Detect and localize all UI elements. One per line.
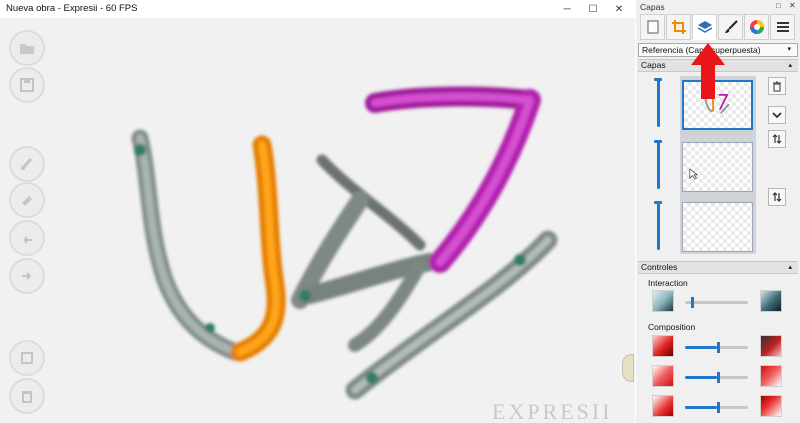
layer-thumbnail[interactable] xyxy=(682,202,753,252)
merge-down-button[interactable] xyxy=(768,106,786,124)
layers-toggle-button[interactable] xyxy=(9,340,45,376)
chevron-down-icon: ▾ xyxy=(787,46,791,53)
controls-section-header[interactable]: Controles ▴ xyxy=(638,261,798,274)
panel-tabs xyxy=(640,14,798,40)
panel-close-button[interactable]: ✕ xyxy=(789,1,796,10)
panel-float-button[interactable]: □ xyxy=(776,1,781,10)
tab-color[interactable] xyxy=(744,14,769,40)
chevron-down-icon xyxy=(772,112,782,119)
panel-collapse-handle[interactable] xyxy=(622,354,634,382)
interaction-low-preview xyxy=(652,290,674,312)
redo-button[interactable] xyxy=(9,258,45,294)
layer-opacity-slider[interactable] xyxy=(654,78,662,128)
tab-crop[interactable] xyxy=(666,14,691,40)
swap-layers-button[interactable] xyxy=(768,130,786,148)
highlight-arrow-icon xyxy=(691,43,725,99)
composition-low-preview xyxy=(652,335,674,357)
tab-menu[interactable] xyxy=(770,14,795,40)
tab-brush[interactable] xyxy=(718,14,743,40)
layers-icon xyxy=(697,21,712,33)
drawing-canvas[interactable]: EXPRESII xyxy=(0,18,635,423)
composition-slider[interactable] xyxy=(685,402,748,413)
window-title: Nueva obra - Expresii - 60 FPS xyxy=(6,3,138,14)
redo-icon xyxy=(22,272,31,280)
delete-layer-button[interactable] xyxy=(768,77,786,95)
composition-label: Composition xyxy=(648,322,696,332)
trash-icon xyxy=(22,391,32,403)
composition-slider[interactable] xyxy=(685,342,748,353)
paper-icon xyxy=(646,20,659,34)
open-icon xyxy=(20,44,34,54)
composition-slider[interactable] xyxy=(685,372,748,383)
layers-toggle-icon xyxy=(21,352,33,364)
canvas-strokes xyxy=(131,86,558,400)
title-bar: Nueva obra - Expresii - 60 FPS ─ ☐ ✕ xyxy=(0,0,635,18)
brush-settings-icon xyxy=(20,157,33,171)
trash-icon xyxy=(773,81,781,92)
chevron-up-icon: ▴ xyxy=(788,62,792,69)
open-button[interactable] xyxy=(9,30,45,66)
swap-vertical-icon xyxy=(772,192,782,202)
save-button[interactable] xyxy=(9,67,45,103)
cursor-icon xyxy=(689,168,699,180)
composition-low-preview xyxy=(652,365,674,387)
stroke-magenta-diag xyxy=(429,89,541,273)
close-button[interactable]: ✕ xyxy=(606,0,632,18)
composition-low-preview xyxy=(652,395,674,417)
crop-icon xyxy=(671,20,686,34)
layer-opacity-slider[interactable] xyxy=(654,201,662,251)
layer-opacity-slider[interactable] xyxy=(654,140,662,190)
interaction-slider[interactable] xyxy=(685,297,748,308)
panel-header: Capas □ ✕ xyxy=(636,0,800,14)
composition-slider-handle[interactable] xyxy=(716,402,720,413)
panel-title: Capas xyxy=(640,2,665,12)
tab-layers[interactable] xyxy=(692,14,717,40)
interaction-high-preview xyxy=(760,290,782,312)
tab-paper[interactable] xyxy=(640,14,665,40)
chevron-up-icon: ▴ xyxy=(788,264,792,271)
interaction-label: Interaction xyxy=(648,278,688,288)
main-window: Nueva obra - Expresii - 60 FPS ─ ☐ ✕ EXP… xyxy=(0,0,635,423)
interaction-slider-handle[interactable] xyxy=(691,297,695,308)
expresii-watermark: EXPRESII xyxy=(492,399,613,423)
composition-high-preview xyxy=(760,335,782,357)
minimize-button[interactable]: ─ xyxy=(554,0,580,18)
composition-high-preview xyxy=(760,365,782,387)
composition-slider-handle[interactable] xyxy=(716,372,720,383)
brush-settings-button[interactable] xyxy=(9,146,45,182)
save-icon xyxy=(20,78,34,92)
color-wheel-icon xyxy=(749,20,764,34)
swap-layers-button[interactable] xyxy=(768,188,786,206)
eraser-icon xyxy=(22,196,32,206)
trash-button[interactable] xyxy=(9,378,45,414)
undo-icon xyxy=(23,236,32,244)
composition-slider-handle[interactable] xyxy=(716,342,720,353)
layer-thumbnail[interactable] xyxy=(682,142,753,192)
menu-icon xyxy=(776,22,789,32)
undo-button[interactable] xyxy=(9,220,45,256)
eraser-button[interactable] xyxy=(9,182,45,218)
brush-icon xyxy=(724,20,738,33)
maximize-button[interactable]: ☐ xyxy=(580,0,606,18)
swap-vertical-icon xyxy=(772,134,782,144)
composition-high-preview xyxy=(760,395,782,417)
